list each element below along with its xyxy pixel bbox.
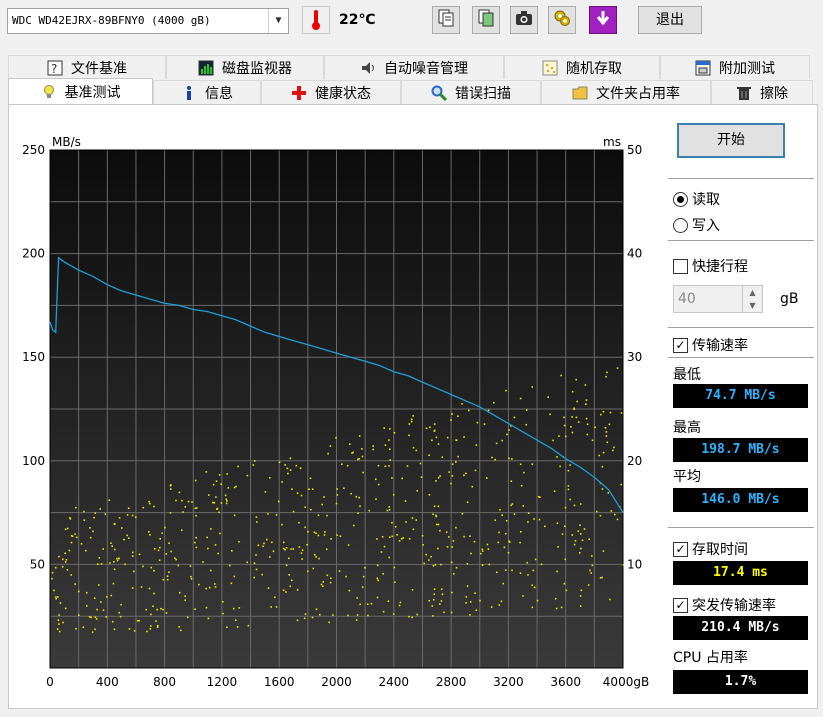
read-radio-label: 读取 — [692, 192, 720, 208]
min-rate-display: 74.7 MB/s — [673, 384, 808, 408]
tab-file-benchmark[interactable]: ? 文件基准 — [8, 55, 166, 79]
access-time-box[interactable]: ✓ — [673, 541, 688, 557]
short-stroke-spinner[interactable]: 40 ▲ ▼ — [673, 285, 763, 313]
access-time-label: 存取时间 — [692, 542, 748, 558]
tab-extra-tests[interactable]: 附加测试 — [660, 55, 810, 79]
arrow-down-icon — [594, 9, 612, 31]
spin-down-icon[interactable]: ▼ — [743, 299, 762, 312]
min-label: 最低 — [673, 367, 701, 383]
divider — [668, 327, 814, 328]
avg-label: 平均 — [673, 469, 701, 485]
access-time-checkbox[interactable]: ✓ 存取时间 — [673, 539, 748, 559]
tab-folder-usage[interactable]: 文件夹占用率 — [541, 80, 711, 104]
drive-select-value: WDC WD42EJRX-89BFNY0 (4000 gB) — [12, 14, 211, 27]
write-radio-label: 写入 — [692, 218, 720, 234]
write-radio[interactable]: 写入 — [673, 215, 720, 235]
camera-icon — [515, 10, 533, 30]
tab-label: 健康状态 — [315, 85, 371, 102]
options-button[interactable] — [548, 6, 576, 34]
tab-label: 自动噪音管理 — [384, 60, 468, 77]
copy-image-icon — [477, 9, 495, 31]
save-button[interactable] — [589, 6, 617, 34]
write-radio-dot[interactable] — [673, 217, 688, 233]
chevron-down-icon[interactable]: ▼ — [268, 9, 288, 33]
cpu-usage-display: 1.7% — [673, 670, 808, 694]
divider — [668, 240, 814, 241]
max-rate-display: 198.7 MB/s — [673, 438, 808, 462]
burst-rate-box[interactable]: ✓ — [673, 597, 688, 613]
random-access-icon — [542, 60, 558, 76]
tab-label: 信息 — [205, 85, 233, 102]
speaker-icon — [360, 60, 376, 76]
spin-up-icon[interactable]: ▲ — [743, 286, 762, 299]
tab-label: 文件夹占用率 — [596, 85, 680, 102]
cpu-usage-label: CPU 占用率 — [673, 650, 748, 666]
tab-label: 擦除 — [760, 85, 788, 102]
spinner-buttons: ▲ ▼ — [742, 286, 762, 312]
copy-text-button[interactable] — [432, 6, 460, 34]
tab-benchmark[interactable]: 基准测试 — [8, 78, 153, 104]
tabs-row-lower: 基准测试 信息 健康状态 错误扫描 文件夹占用率 擦除 — [8, 78, 813, 104]
tabs-row-upper: ? 文件基准 磁盘监视器 自动噪音管理 随机存取 附加测试 — [8, 55, 810, 79]
extra-tests-icon — [695, 60, 711, 76]
copy-text-icon — [437, 9, 455, 31]
health-cross-icon — [291, 85, 307, 101]
exit-button[interactable]: 退出 — [638, 6, 702, 34]
screenshot-button[interactable] — [510, 6, 538, 34]
copy-image-button[interactable] — [472, 6, 500, 34]
tab-label: 磁盘监视器 — [222, 60, 292, 77]
tab-label: 文件基准 — [71, 60, 127, 77]
tab-health[interactable]: 健康状态 — [261, 80, 401, 104]
burst-rate-checkbox[interactable]: ✓ 突发传输速率 — [673, 595, 776, 615]
tab-label: 附加测试 — [719, 60, 775, 77]
tab-label: 随机存取 — [566, 60, 622, 77]
short-stroke-value: 40 — [678, 291, 696, 307]
short-stroke-checkbox[interactable]: 快捷行程 — [673, 256, 748, 276]
divider — [668, 357, 814, 358]
toolbar: WDC WD42EJRX-89BFNY0 (4000 gB) ▼ 22℃ 退出 — [0, 0, 823, 44]
magnifier-icon — [431, 85, 448, 101]
access-time-display: 17.4 ms — [673, 561, 808, 585]
svg-text:?: ? — [51, 62, 57, 76]
transfer-rate-box[interactable]: ✓ — [673, 337, 688, 353]
short-stroke-unit: gB — [780, 291, 799, 307]
max-label: 最高 — [673, 420, 701, 436]
gears-icon — [553, 9, 571, 31]
transfer-rate-label: 传输速率 — [692, 338, 748, 354]
lightbulb-icon — [41, 84, 57, 100]
start-button[interactable]: 开始 — [677, 123, 785, 158]
disk-monitor-icon — [198, 60, 214, 76]
divider — [668, 527, 814, 528]
temperature-readout: 22℃ — [339, 12, 376, 28]
thermometer-icon — [302, 6, 330, 34]
avg-rate-display: 146.0 MB/s — [673, 488, 808, 512]
burst-rate-label: 突发传输速率 — [692, 598, 776, 614]
tab-error-scan[interactable]: 错误扫描 — [401, 80, 541, 104]
tab-aam[interactable]: 自动噪音管理 — [324, 55, 504, 79]
divider — [668, 178, 814, 179]
read-radio-dot[interactable] — [673, 191, 688, 207]
short-stroke-box[interactable] — [673, 258, 688, 274]
tab-disk-monitor[interactable]: 磁盘监视器 — [166, 55, 324, 79]
tab-random-access[interactable]: 随机存取 — [504, 55, 660, 79]
tab-label: 错误扫描 — [455, 85, 511, 102]
read-radio[interactable]: 读取 — [673, 189, 720, 209]
burst-rate-display: 210.4 MB/s — [673, 616, 808, 640]
trash-icon — [736, 85, 752, 101]
benchmark-file-icon: ? — [47, 60, 63, 76]
tab-label: 基准测试 — [64, 84, 121, 101]
transfer-rate-checkbox[interactable]: ✓ 传输速率 — [673, 335, 748, 355]
info-icon — [181, 85, 197, 101]
tab-erase[interactable]: 擦除 — [711, 80, 813, 104]
folder-icon — [572, 85, 588, 101]
tab-info[interactable]: 信息 — [153, 80, 261, 104]
drive-select[interactable]: WDC WD42EJRX-89BFNY0 (4000 gB) ▼ — [7, 8, 289, 34]
short-stroke-label: 快捷行程 — [692, 259, 748, 275]
